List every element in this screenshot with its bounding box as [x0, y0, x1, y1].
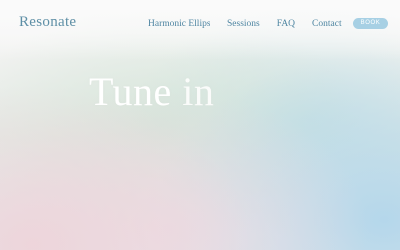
nav-link-contact[interactable]: Contact — [312, 19, 342, 29]
hero-word-tune: Tune — [89, 69, 172, 114]
nav-link-harmonic-ellipse[interactable]: Harmonic Ellipse — [148, 19, 210, 29]
brand-logo[interactable]: Resonate — [19, 14, 76, 31]
site-header: Resonate Harmonic Ellipse Sessions FAQ C… — [0, 0, 400, 48]
hero-headline: Tune in — [89, 68, 214, 115]
book-button[interactable]: BOOK — [352, 18, 389, 29]
hero-word-in: in — [182, 69, 215, 114]
nav-link-sessions[interactable]: Sessions — [227, 19, 260, 29]
nav-link-faq[interactable]: FAQ — [277, 19, 295, 29]
main-nav: Harmonic Ellipse Sessions FAQ Contact BO… — [148, 18, 389, 29]
